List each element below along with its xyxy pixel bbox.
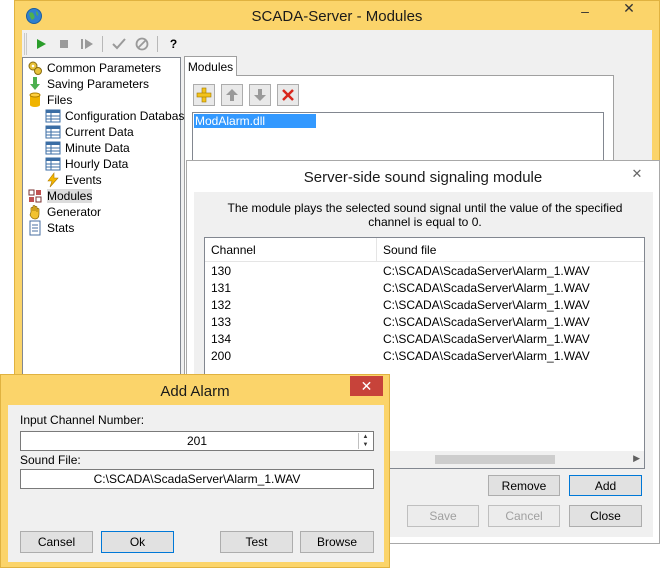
stepper-down-icon[interactable]: ▼: [359, 441, 372, 449]
tree-item-hourly-data[interactable]: Hourly Data: [45, 156, 128, 172]
arrow-up-icon: [226, 89, 238, 101]
table-icon: [45, 156, 61, 172]
toolbar: ?: [24, 33, 224, 55]
lightning-icon: [45, 172, 61, 188]
sound-file-value: C:\SCADA\ScadaServer\Alarm_1.WAV: [93, 472, 301, 486]
cell-channel: 134: [211, 332, 232, 346]
modules-icon: [27, 188, 43, 204]
sound-file-field[interactable]: C:\SCADA\ScadaServer\Alarm_1.WAV: [20, 469, 374, 489]
document-icon: [27, 220, 43, 236]
cell-channel: 130: [211, 264, 232, 278]
add-alarm-title: Add Alarm: [160, 383, 230, 400]
cell-sound-file: C:\SCADA\ScadaServer\Alarm_1.WAV: [383, 298, 590, 312]
delete-module-button[interactable]: [277, 84, 299, 106]
table-icon: [45, 140, 61, 156]
add-alarm-window: Add Alarm ✕ Input Channel Number: 201 ▲ …: [0, 374, 390, 568]
stop-icon[interactable]: [54, 35, 73, 54]
delete-icon: [282, 89, 294, 101]
tree-item-current-data[interactable]: Current Data: [45, 124, 134, 140]
tree-item-modules[interactable]: Modules: [27, 188, 93, 204]
table-icon: [45, 108, 61, 124]
cell-channel: 200: [211, 349, 232, 363]
cell-channel: 133: [211, 315, 232, 329]
toolbar-separator: [157, 36, 158, 52]
table-row[interactable]: 130 C:\SCADA\ScadaServer\Alarm_1.WAV: [205, 263, 644, 280]
module-description: The module plays the selected sound sign…: [227, 201, 623, 229]
tree-item-saving-parameters[interactable]: Saving Parameters: [27, 76, 149, 92]
cell-channel: 132: [211, 298, 232, 312]
save-button[interactable]: Save: [407, 505, 479, 527]
start-icon[interactable]: [31, 35, 50, 54]
add-module-button[interactable]: [193, 84, 215, 106]
column-sound-file[interactable]: Sound file: [377, 238, 645, 262]
table-row[interactable]: 133 C:\SCADA\ScadaServer\Alarm_1.WAV: [205, 314, 644, 331]
cell-sound-file: C:\SCADA\ScadaServer\Alarm_1.WAV: [383, 332, 590, 346]
remove-button[interactable]: Remove: [488, 475, 560, 496]
tree-item-configuration-database[interactable]: Configuration Database: [45, 108, 191, 124]
table-icon: [45, 124, 61, 140]
tree-item-files[interactable]: Files: [27, 92, 72, 108]
plus-icon: [196, 87, 212, 103]
column-channel[interactable]: Channel: [205, 238, 377, 262]
stepper-buttons: ▲ ▼: [358, 433, 372, 449]
browse-button[interactable]: Browse: [300, 531, 374, 553]
module-toolbar: [193, 84, 299, 106]
module-list-item[interactable]: ModAlarm.dll: [194, 114, 316, 128]
minimize-button[interactable]: –: [571, 1, 599, 21]
save-arrow-icon: [27, 76, 43, 92]
table-row[interactable]: 131 C:\SCADA\ScadaServer\Alarm_1.WAV: [205, 280, 644, 297]
tab-modules[interactable]: Modules: [184, 56, 237, 76]
restart-icon[interactable]: [77, 35, 96, 54]
help-icon[interactable]: ?: [164, 35, 183, 54]
tree-item-minute-data[interactable]: Minute Data: [45, 140, 130, 156]
close-window-button[interactable]: ✕: [603, 0, 655, 18]
cell-channel: 131: [211, 281, 232, 295]
move-up-button[interactable]: [221, 84, 243, 106]
gears-icon: [27, 60, 43, 76]
module-window-title: Server-side sound signaling module: [303, 169, 543, 186]
tree-item-generator[interactable]: Generator: [27, 204, 101, 220]
list-header: Channel Sound file: [205, 238, 644, 262]
cell-sound-file: C:\SCADA\ScadaServer\Alarm_1.WAV: [383, 315, 590, 329]
cell-sound-file: C:\SCADA\ScadaServer\Alarm_1.WAV: [383, 264, 590, 278]
apply-icon[interactable]: [109, 35, 128, 54]
ok-button[interactable]: Ok: [101, 531, 174, 553]
cancel-button[interactable]: Cancel: [488, 505, 560, 527]
channel-label: Input Channel Number:: [20, 413, 145, 427]
main-window-title: SCADA-Server - Modules: [251, 8, 423, 25]
settings-tree: Common Parameters Saving Parameters File…: [22, 57, 191, 425]
hand-icon: [27, 204, 43, 220]
scroll-right-icon[interactable]: ▶: [633, 453, 640, 464]
arrow-down-icon: [254, 89, 266, 101]
cancel-icon[interactable]: [132, 35, 151, 54]
scrollbar-thumb[interactable]: [435, 455, 555, 464]
stepper-up-icon[interactable]: ▲: [359, 433, 372, 441]
sound-file-label: Sound File:: [20, 453, 81, 467]
table-row[interactable]: 200 C:\SCADA\ScadaServer\Alarm_1.WAV: [205, 348, 644, 365]
tree-item-common-parameters[interactable]: Common Parameters: [27, 60, 161, 76]
tree-item-events[interactable]: Events: [45, 172, 102, 188]
test-button[interactable]: Test: [220, 531, 293, 553]
cancel-button[interactable]: Cansel: [20, 531, 93, 553]
cell-sound-file: C:\SCADA\ScadaServer\Alarm_1.WAV: [383, 349, 590, 363]
table-row[interactable]: 134 C:\SCADA\ScadaServer\Alarm_1.WAV: [205, 331, 644, 348]
tree-item-stats[interactable]: Stats: [27, 220, 74, 236]
close-icon[interactable]: ✕: [623, 165, 651, 183]
add-button[interactable]: Add: [569, 475, 642, 496]
cell-sound-file: C:\SCADA\ScadaServer\Alarm_1.WAV: [383, 281, 590, 295]
close-icon[interactable]: ✕: [350, 376, 383, 396]
channel-number-value: 201: [186, 434, 208, 448]
table-row[interactable]: 132 C:\SCADA\ScadaServer\Alarm_1.WAV: [205, 297, 644, 314]
toolbar-separator: [102, 36, 103, 52]
close-button[interactable]: Close: [569, 505, 642, 527]
channel-number-stepper[interactable]: 201 ▲ ▼: [20, 431, 374, 451]
cylinder-icon: [27, 92, 43, 108]
move-down-button[interactable]: [249, 84, 271, 106]
